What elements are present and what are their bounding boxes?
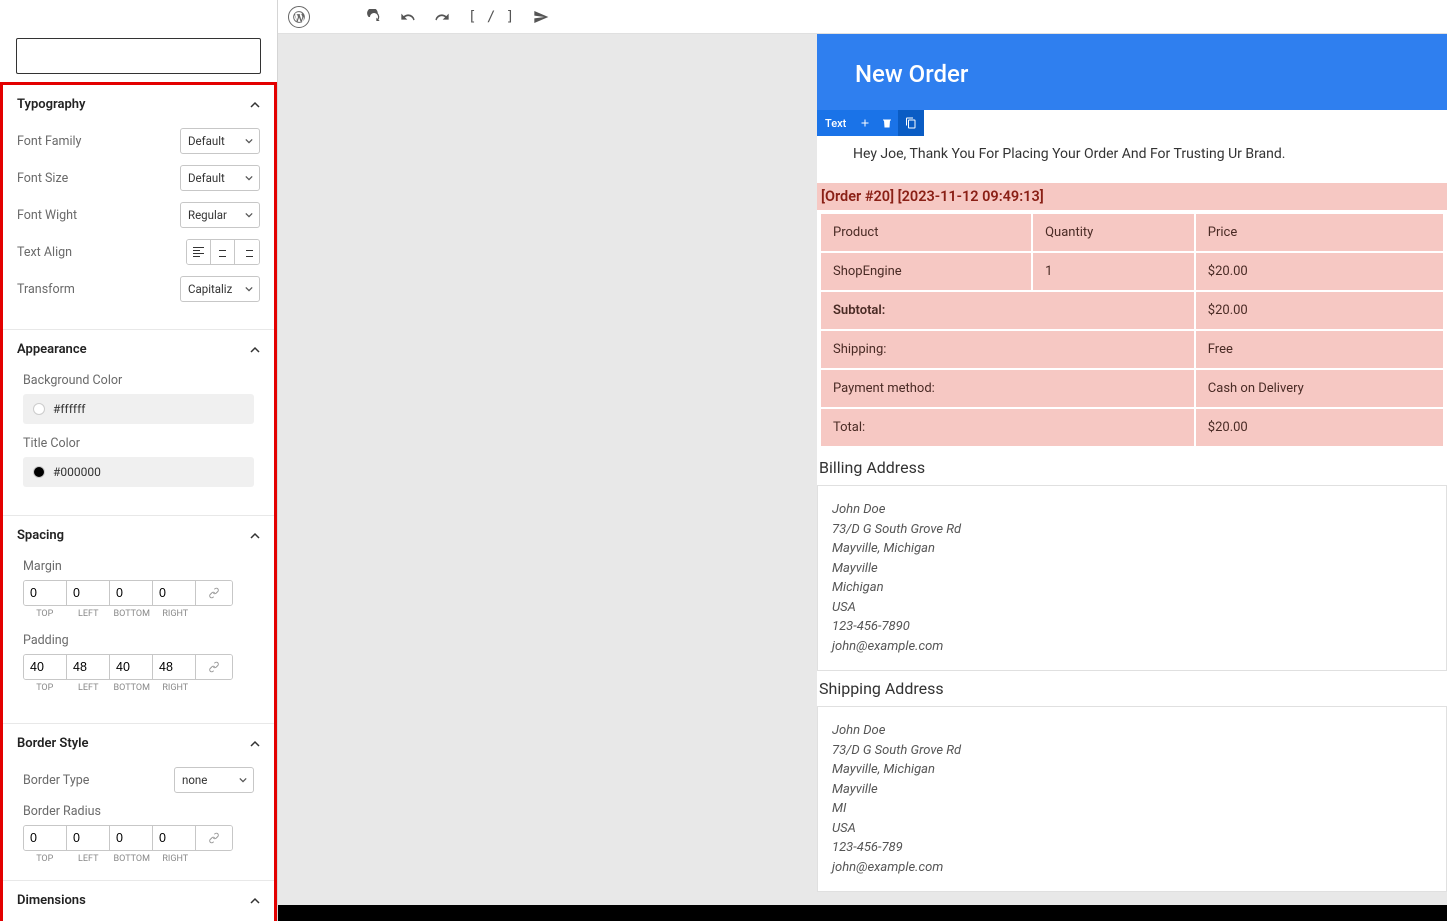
table-row: Payment method:Cash on Delivery xyxy=(821,370,1443,407)
billing-title: Billing Address xyxy=(817,450,1447,485)
wordpress-icon[interactable] xyxy=(288,6,310,28)
title-color-label: Title Color xyxy=(23,436,254,451)
shipping-title: Shipping Address xyxy=(817,671,1447,706)
spacing-header[interactable]: Spacing xyxy=(3,516,274,555)
preview-box xyxy=(16,38,261,74)
duplicate-button[interactable] xyxy=(898,110,924,136)
padding-top-input[interactable] xyxy=(24,655,66,679)
bottom-strip xyxy=(278,905,1447,921)
order-meta: [Order #20] [2023-11-12 09:49:13] xyxy=(817,183,1447,210)
radius-top-input[interactable] xyxy=(24,826,66,850)
chevron-down-icon xyxy=(245,211,253,219)
align-left-button[interactable] xyxy=(187,240,211,264)
refresh-icon[interactable] xyxy=(366,9,382,25)
align-right-button[interactable] xyxy=(235,240,259,264)
element-label: Text xyxy=(817,117,854,130)
chevron-up-icon xyxy=(250,739,260,749)
email-header-block[interactable]: New Order Text xyxy=(817,34,1447,110)
chevron-up-icon xyxy=(250,345,260,355)
table-row: Subtotal:$20.00 xyxy=(821,292,1443,329)
shipping-address: John Doe73/D G South Grove RdMayville, M… xyxy=(817,706,1447,892)
redo-icon[interactable] xyxy=(434,9,450,25)
radius-bottom-input[interactable] xyxy=(110,826,152,850)
table-header-row: Product Quantity Price xyxy=(821,214,1443,251)
font-weight-label: Font Wight xyxy=(17,208,77,223)
shortcode-button[interactable]: [ / ] xyxy=(468,9,515,25)
text-align-group xyxy=(186,239,260,265)
text-align-label: Text Align xyxy=(17,245,72,260)
radius-right-input[interactable] xyxy=(153,826,195,850)
table-row: Shipping:Free xyxy=(821,331,1443,368)
spacing-section: Spacing Margin TOPLE xyxy=(3,516,274,724)
order-table: Product Quantity Price ShopEngine 1 $20.… xyxy=(819,212,1445,448)
padding-label: Padding xyxy=(23,633,254,648)
margin-link-button[interactable] xyxy=(196,581,232,605)
table-row: Total:$20.00 xyxy=(821,409,1443,446)
margin-inputs xyxy=(23,580,233,606)
dimensions-header[interactable]: Dimensions xyxy=(3,881,274,920)
delete-button[interactable] xyxy=(876,110,898,136)
chevron-down-icon xyxy=(239,776,247,784)
font-weight-select[interactable]: Regular xyxy=(180,202,260,228)
padding-link-button[interactable] xyxy=(196,655,232,679)
margin-bottom-input[interactable] xyxy=(110,581,152,605)
chevron-down-icon xyxy=(245,174,253,182)
greeting-text: Hey Joe, Thank You For Placing Your Orde… xyxy=(853,144,1411,165)
preview-canvas: New Order Text Hey Joe, Thank You For Pl… xyxy=(278,34,1447,921)
border-header[interactable]: Border Style xyxy=(3,724,274,763)
margin-label: Margin xyxy=(23,559,254,574)
sidebar: Typography Font Family Default Font Size xyxy=(0,0,278,921)
border-section: Border Style Border Type none Border Rad… xyxy=(3,724,274,881)
transform-select[interactable]: Capitaliz xyxy=(180,276,260,302)
margin-top-input[interactable] xyxy=(24,581,66,605)
font-size-label: Font Size xyxy=(17,171,68,186)
email-title: New Order xyxy=(855,60,968,88)
appearance-section: Appearance Background Color #ffffff Titl… xyxy=(3,330,274,516)
padding-right-input[interactable] xyxy=(153,655,195,679)
chevron-up-icon xyxy=(250,100,260,110)
align-center-button[interactable] xyxy=(211,240,235,264)
border-type-label: Border Type xyxy=(23,773,89,788)
font-family-select[interactable]: Default xyxy=(180,128,260,154)
table-row: ShopEngine 1 $20.00 xyxy=(821,253,1443,290)
email-preview[interactable]: New Order Text Hey Joe, Thank You For Pl… xyxy=(817,34,1447,921)
title-color-input[interactable]: #000000 xyxy=(23,457,254,487)
chevron-down-icon xyxy=(245,137,253,145)
highlighted-panels: Typography Font Family Default Font Size xyxy=(0,82,277,921)
chevron-up-icon xyxy=(250,531,260,541)
billing-address: John Doe73/D G South Grove RdMayville, M… xyxy=(817,485,1447,671)
border-radius-label: Border Radius xyxy=(23,804,254,819)
padding-bottom-input[interactable] xyxy=(110,655,152,679)
send-icon[interactable] xyxy=(533,9,549,25)
bg-color-label: Background Color xyxy=(23,373,254,388)
element-tag: Text xyxy=(817,110,924,136)
toolbar: [ / ] xyxy=(278,0,1447,34)
chevron-down-icon xyxy=(245,285,253,293)
radius-left-input[interactable] xyxy=(67,826,109,850)
chevron-up-icon xyxy=(250,896,260,906)
appearance-header[interactable]: Appearance xyxy=(3,330,274,369)
margin-left-input[interactable] xyxy=(67,581,109,605)
radius-link-button[interactable] xyxy=(196,826,232,850)
transform-label: Transform xyxy=(17,282,75,297)
font-family-label: Font Family xyxy=(17,134,81,149)
typography-header[interactable]: Typography xyxy=(3,85,274,124)
padding-inputs xyxy=(23,654,233,680)
border-type-select[interactable]: none xyxy=(174,767,254,793)
add-button[interactable] xyxy=(854,110,876,136)
bg-color-input[interactable]: #ffffff xyxy=(23,394,254,424)
border-radius-inputs xyxy=(23,825,233,851)
padding-left-input[interactable] xyxy=(67,655,109,679)
font-size-select[interactable]: Default xyxy=(180,165,260,191)
typography-section: Typography Font Family Default Font Size xyxy=(3,85,274,330)
dimensions-section: Dimensions Width Height xyxy=(3,881,274,921)
undo-icon[interactable] xyxy=(400,9,416,25)
margin-right-input[interactable] xyxy=(153,581,195,605)
